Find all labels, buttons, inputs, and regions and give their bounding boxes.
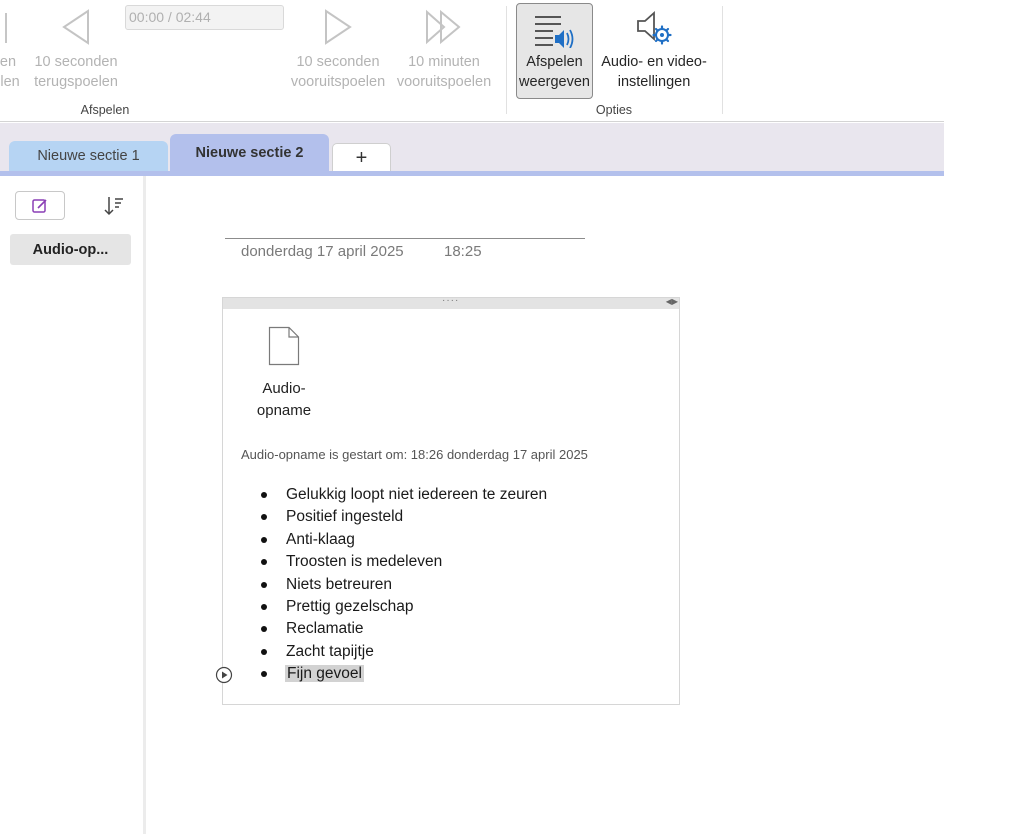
bullet-icon <box>261 648 267 655</box>
av-settings-label-1: Audio- en video- <box>601 54 707 70</box>
audio-file-label[interactable]: Audio-opname <box>249 378 319 422</box>
bullet-icon <box>261 536 267 543</box>
partial-left-label-1: ten <box>0 54 17 70</box>
page-list-pane: Audio-op... <box>0 176 146 834</box>
rewind-10s-label-2: terugspoelen <box>34 74 118 90</box>
bullet-list: Gelukkig loopt niet iedereen te zeuren P… <box>223 484 547 686</box>
list-item[interactable]: Fijn gevoel <box>223 663 547 685</box>
rewind-triangle-icon <box>59 0 93 54</box>
tab-nieuwe-sectie-1[interactable]: Nieuwe sectie 1 <box>9 141 168 171</box>
show-playback-button[interactable]: Afspelen weergeven <box>516 3 593 99</box>
add-section-button[interactable]: + <box>332 143 391 172</box>
options-group-label: Opties <box>595 103 633 117</box>
onenote-window: ten elen 10 seconden terugspoelen 00:00 … <box>0 0 1022 834</box>
bullet-icon <box>261 671 267 678</box>
fast-forward-icon <box>424 0 464 54</box>
bullet-icon <box>261 603 267 610</box>
bullet-icon <box>261 514 267 521</box>
partial-left-label-2: elen <box>0 74 20 90</box>
play-audio-marker[interactable] <box>215 666 233 689</box>
page-date: donderdag 17 april 2025 <box>241 243 404 260</box>
forward-10m-button[interactable]: 10 minuten vooruitspoelen <box>392 0 496 100</box>
show-playback-label-1: Afspelen <box>526 54 583 70</box>
list-item-text: Zacht tapijtje <box>286 642 374 660</box>
page-title-field[interactable] <box>225 238 585 239</box>
ribbon: ten elen 10 seconden terugspoelen 00:00 … <box>0 0 944 122</box>
forward-10m-label-2: vooruitspoelen <box>396 74 492 90</box>
playback-group-label: Afspelen <box>80 103 130 117</box>
forward-10s-label-2: vooruitspoelen <box>290 74 386 90</box>
drag-dots-icon: ···· <box>442 295 460 306</box>
list-item-text: Anti-klaag <box>286 530 355 548</box>
av-settings-button[interactable]: Audio- en video- instellingen <box>595 0 713 100</box>
bullet-icon <box>261 581 267 588</box>
playback-time-field: 00:00 / 02:44 <box>125 5 284 30</box>
list-item[interactable]: Gelukkig loopt niet iedereen te zeuren <box>223 484 547 506</box>
list-item-text-selected: Fijn gevoel <box>285 665 364 683</box>
list-item[interactable]: Positief ingesteld <box>223 506 547 528</box>
edit-page-icon <box>32 198 47 213</box>
rewind-10s-label-1: 10 seconden <box>34 54 118 70</box>
list-item[interactable]: Anti-klaag <box>223 529 547 551</box>
list-item-text: Gelukkig loopt niet iedereen te zeuren <box>286 486 548 503</box>
list-item-text: Prettig gezelschap <box>286 597 414 615</box>
forward-10m-label-1: 10 minuten <box>408 54 480 70</box>
bullet-icon <box>261 626 267 633</box>
ribbon-separator <box>722 6 723 114</box>
separator-bar-icon <box>0 0 16 54</box>
play-circle-icon <box>215 666 233 684</box>
partial-left-button[interactable]: ten elen <box>0 0 26 100</box>
resize-arrows-icon[interactable]: ◀▶ <box>666 297 678 306</box>
page-time: 18:25 <box>444 243 482 260</box>
note-container-handle[interactable]: ···· ◀▶ <box>223 295 679 309</box>
recording-info-text: Audio-opname is gestart om: 18:26 donder… <box>241 447 588 462</box>
av-settings-label-2: instellingen <box>617 74 691 90</box>
sort-icon <box>104 197 123 216</box>
list-item-text: Reclamatie <box>286 620 364 638</box>
sort-pages-button[interactable] <box>102 194 126 218</box>
list-item-text: Niets betreuren <box>286 575 392 593</box>
list-item[interactable]: Prettig gezelschap <box>223 596 547 618</box>
ribbon-separator <box>506 6 507 114</box>
section-tab-bar: Nieuwe sectie 1 Nieuwe sectie 2 + <box>0 123 944 176</box>
note-container[interactable]: ···· ◀▶ Audio-opname Audio-opname is ges… <box>215 295 680 705</box>
forward-10s-label-1: 10 seconden <box>296 54 380 70</box>
bullet-icon <box>261 492 267 498</box>
page-item-audio-opname[interactable]: Audio-op... <box>10 234 131 265</box>
add-page-button[interactable] <box>15 191 65 220</box>
rewind-10s-button[interactable]: 10 seconden terugspoelen <box>30 0 122 100</box>
audio-file-icon[interactable] <box>268 326 300 371</box>
list-item-text: Positief ingesteld <box>286 508 404 526</box>
bullet-icon <box>261 559 267 566</box>
list-item-text: Troosten is medeleven <box>286 553 443 571</box>
tab-nieuwe-sectie-2[interactable]: Nieuwe sectie 2 <box>170 134 329 171</box>
list-item[interactable]: Reclamatie <box>223 618 547 640</box>
play-triangle-icon <box>321 0 355 54</box>
forward-10s-button[interactable]: 10 seconden vooruitspoelen <box>286 0 390 100</box>
playback-list-icon <box>533 4 577 54</box>
list-item[interactable]: Troosten is medeleven <box>223 551 547 573</box>
speaker-gear-icon <box>634 0 674 54</box>
list-item[interactable]: Zacht tapijtje <box>223 641 547 663</box>
list-item[interactable]: Niets betreuren <box>223 574 547 596</box>
show-playback-label-2: weergeven <box>519 74 590 90</box>
